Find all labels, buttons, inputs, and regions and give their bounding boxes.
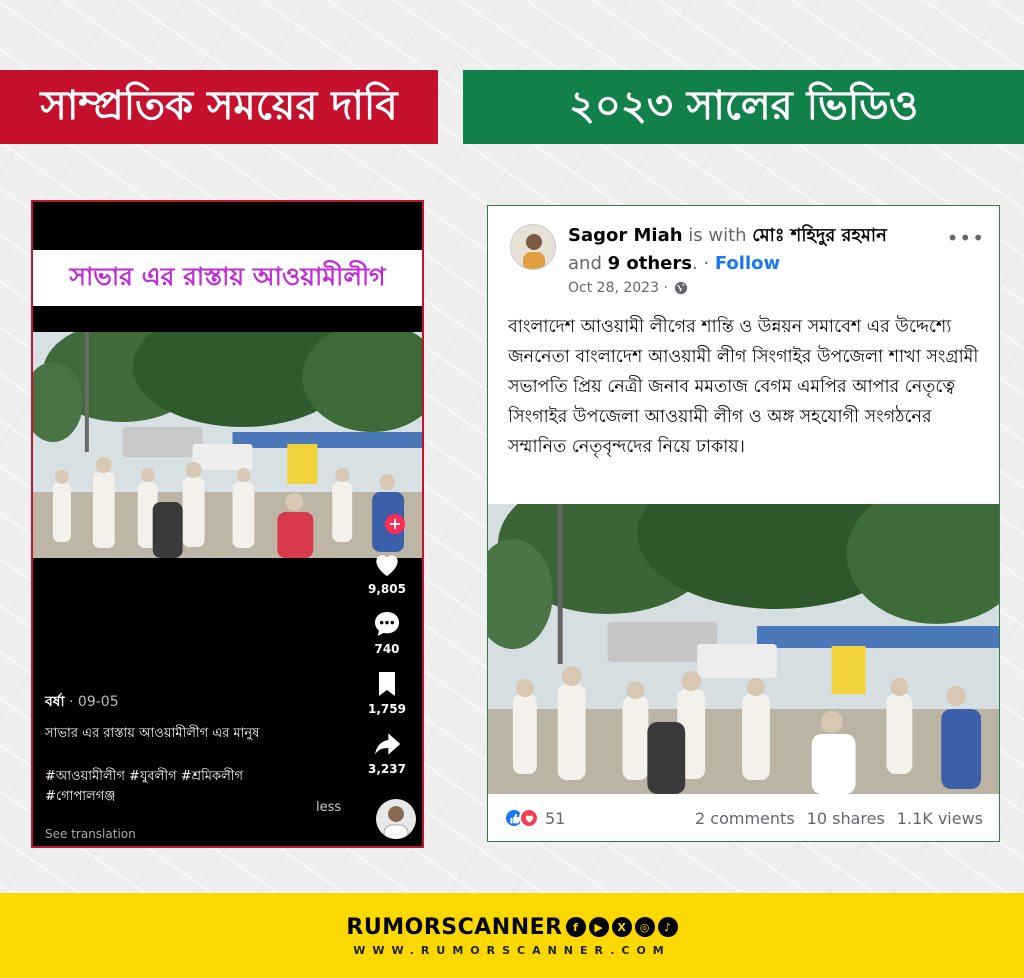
tiktok-action-column: 9,805 740 1,759 3,237 (362, 548, 412, 788)
tiktok-description: সাভার এর রাস্তায় আওয়ামীলীগ এর মানুষ (45, 726, 260, 741)
reactions-summary[interactable]: 51 (504, 808, 565, 828)
post-video[interactable] (488, 504, 999, 794)
share-arrow-icon (375, 733, 401, 755)
reaction-count: 51 (545, 808, 566, 828)
x-icon[interactable]: X (611, 917, 632, 937)
less-toggle[interactable]: less (316, 800, 341, 815)
post-stats: 2 comments 10 shares 1.1K views (695, 809, 983, 828)
globe-icon (674, 281, 688, 295)
others-link[interactable]: 9 others (608, 253, 692, 274)
follow-button[interactable]: Follow (715, 253, 780, 274)
see-translation-link[interactable]: See translation (45, 827, 136, 841)
facebook-post: Sagor Miah is with মোঃ শহিদুর রহমান and … (487, 205, 1000, 842)
fact-banner: ২০২৩ সালের ভিডিও (463, 70, 1024, 144)
post-footer: 51 2 comments 10 shares 1.1K views (488, 794, 999, 841)
comment-count: 740 (374, 642, 400, 656)
tiktok-caption-box: সাভার এর রাস্তায় আওয়ামীলীগ (33, 250, 422, 306)
save-action[interactable]: 1,759 (368, 668, 406, 716)
follow-plus-button[interactable]: + (385, 514, 405, 534)
hashtag-line[interactable]: #গোপালগঞ্জ (45, 787, 345, 807)
comment-icon (375, 612, 399, 636)
person-icon (383, 806, 409, 839)
instagram-icon[interactable]: ◎ (634, 917, 655, 937)
love-reaction-icon (519, 808, 539, 828)
shares-count[interactable]: 10 shares (807, 809, 885, 828)
brand-logo: RUMORSCANNER (346, 914, 563, 940)
claim-banner: সাম্প্রতিক সময়ের দাবি (0, 70, 438, 144)
rally-street-image (488, 504, 999, 794)
fact-banner-text: ২০২৩ সালের ভিডিও (568, 82, 919, 129)
claim-banner-text: সাম্প্রতিক সময়ের দাবি (40, 82, 398, 129)
brand-footer: RUMORSCANNER f ▶ X ◎ ♪ WWW.RUMORSCANNER.… (0, 893, 1024, 978)
brand-url[interactable]: WWW.RUMORSCANNER.COM (353, 944, 671, 957)
tiktok-screenshot: সাভার এর রাস্তায় আওয়ামীলীগ + 9,805 740… (31, 200, 424, 848)
tiktok-hashtags: #আওয়ামীলীগ #যুবলীগ #শ্রমিকলীগ #গোপালগঞ্… (45, 767, 345, 807)
post-header: Sagor Miah is with মোঃ শহিদুর রহমান and … (568, 222, 948, 278)
hashtag-line[interactable]: #আওয়ামীলীগ #যুবলীগ #শ্রমিকলীগ (45, 767, 345, 787)
youtube-icon[interactable]: ▶ (588, 917, 609, 937)
and-text: and (568, 253, 608, 274)
like-count: 9,805 (368, 582, 406, 596)
views-count: 1.1K views (896, 808, 983, 828)
tiktok-post-meta: বর্ষা · 09-05 সাভার এর রাস্তায় আওয়ামীল… (45, 690, 345, 807)
facebook-icon[interactable]: f (565, 917, 586, 937)
post-date-text: Oct 28, 2023 · (568, 280, 668, 296)
author-name[interactable]: Sagor Miah (568, 225, 683, 246)
author-avatar[interactable] (510, 224, 556, 270)
separator: . · (691, 253, 715, 274)
brand-row: RUMORSCANNER f ▶ X ◎ ♪ (346, 914, 678, 940)
post-date[interactable]: Oct 28, 2023 · (568, 280, 688, 296)
share-action[interactable]: 3,237 (368, 728, 406, 776)
sound-avatar[interactable] (376, 799, 416, 839)
rally-street-image (33, 332, 422, 558)
tiktok-video-frame[interactable] (33, 332, 422, 558)
tiktok-caption-text: সাভার এর রাস্তায় আওয়ামীলীগ (69, 261, 386, 291)
share-count: 3,237 (368, 762, 406, 776)
is-with-text: is with (682, 225, 753, 246)
person-icon (523, 234, 545, 269)
comments-count[interactable]: 2 comments (695, 809, 795, 828)
tiktok-username[interactable]: বর্ষা (45, 694, 65, 710)
save-count: 1,759 (368, 702, 406, 716)
bookmark-icon (379, 672, 395, 696)
like-action[interactable]: 9,805 (368, 548, 406, 596)
tiktok-date: · 09-05 (64, 694, 119, 710)
tagged-person[interactable]: মোঃ শহিদুর রহমান (752, 225, 887, 246)
more-options-button[interactable]: ••• (947, 226, 985, 250)
comment-action[interactable]: 740 (371, 608, 403, 656)
post-text: বাংলাদেশ আওয়ামী লীগের শান্তি ও উন্নয়ন … (508, 317, 979, 457)
heart-icon (376, 555, 398, 576)
tiktok-icon[interactable]: ♪ (657, 917, 678, 937)
